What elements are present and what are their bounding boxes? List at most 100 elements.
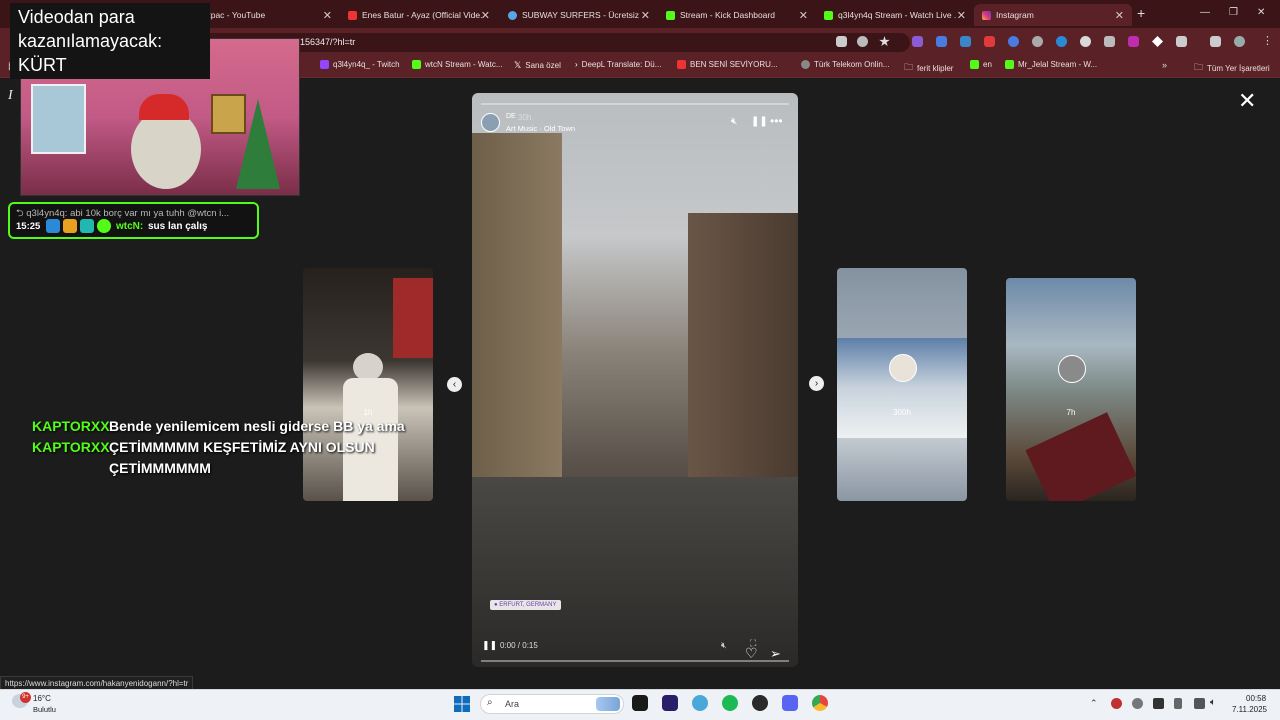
tray-expand-icon[interactable]: ⌃ (1090, 698, 1098, 709)
bookmark-ben-seni[interactable]: BEN SENİ SEVİYORU... (677, 60, 778, 69)
badge-icon (80, 219, 94, 233)
tray-app-icon[interactable] (1132, 698, 1143, 709)
extension-icon[interactable] (984, 36, 995, 47)
restore-icon[interactable]: ❐ (1229, 7, 1238, 18)
menu-icon[interactable]: ⋮ (1262, 34, 1273, 47)
player-pause-icon[interactable]: ❚❚ (482, 640, 497, 651)
more-options-icon[interactable]: ••• (770, 114, 783, 128)
instagram-icon (982, 10, 991, 20)
extension-icon[interactable] (1032, 36, 1043, 47)
extension-icon[interactable] (912, 36, 923, 47)
volume-icon[interactable]: 🔈︎ (1210, 697, 1216, 708)
minimize-icon[interactable]: — (1200, 7, 1210, 18)
zoom-icon[interactable] (857, 36, 868, 47)
heart-icon[interactable]: ♡ (745, 645, 758, 662)
bookmark-deepl[interactable]: › DeepL Translate: Dü... (575, 60, 661, 69)
story-preview-right-1[interactable]: 300h (837, 268, 967, 501)
bookmark-wtcn[interactable]: wtcN Stream - Watc... (412, 60, 503, 69)
install-icon[interactable] (836, 36, 847, 47)
bookmark-mr-jelal[interactable]: Mr_Jelal Stream - W... (1005, 60, 1097, 69)
close-story-icon[interactable]: ✕ (1238, 90, 1256, 112)
close-window-icon[interactable]: ✕ (1257, 7, 1265, 18)
translate-icon[interactable] (936, 36, 947, 47)
discord-icon[interactable] (782, 695, 798, 711)
file-explorer-icon[interactable] (632, 695, 648, 711)
player-seek-bar[interactable] (481, 660, 789, 662)
extension-icon[interactable] (1008, 36, 1019, 47)
verified-badge-icon (97, 219, 111, 233)
story-music[interactable]: Art Music · Old Town (506, 124, 575, 133)
obs-icon[interactable] (752, 695, 768, 711)
share-icon[interactable]: ➢ (770, 646, 781, 662)
chat-message: sus lan çalış (148, 221, 208, 232)
tab-youtube-2pac[interactable]: 2pac - YouTube ✕ (198, 4, 340, 26)
display-icon[interactable] (1194, 698, 1205, 709)
main-story[interactable] (472, 93, 798, 667)
close-tab-icon[interactable]: ✕ (957, 9, 966, 22)
tab-subway-surfers[interactable]: SUBWAY SURFERS - Ücretsiz O... ✕ (500, 4, 658, 26)
instagram-logo[interactable]: I (8, 88, 13, 104)
bookmark-all[interactable]: 🗀 Tüm Yer İşaretleri (1194, 60, 1270, 76)
microphone-icon[interactable] (1174, 698, 1182, 709)
story-username[interactable]: DE (506, 113, 516, 120)
windows-start-icon[interactable] (454, 696, 470, 712)
bookmark-twitch[interactable]: q3l4yn4q_ - Twitch (320, 60, 400, 69)
extension-icon[interactable] (1104, 36, 1115, 47)
previous-story-button[interactable]: ‹ (447, 377, 462, 392)
story-progress-bar (481, 103, 789, 105)
close-tab-icon[interactable]: ✕ (323, 9, 332, 22)
more-bookmarks-icon[interactable]: » (1162, 60, 1167, 70)
story-avatar[interactable] (481, 113, 500, 132)
extension-icon[interactable] (1128, 36, 1139, 47)
tab-kick-stream[interactable]: q3l4yn4q Stream - Watch Live ... ✕ (816, 4, 974, 26)
story-time-label: 7h (1066, 408, 1076, 417)
location-sticker[interactable]: ● ERFURT, GERMANY (490, 600, 561, 610)
tray-app-icon[interactable] (1153, 698, 1164, 709)
story-time: 30h (518, 113, 532, 122)
profile-avatar[interactable] (1234, 36, 1245, 47)
extension-icon[interactable] (1080, 36, 1091, 47)
passport-shape (1025, 412, 1136, 501)
extension-icon[interactable] (960, 36, 971, 47)
bookmark-sana-ozel[interactable]: 𝕏 Sana özel (514, 60, 561, 71)
tab-kick-dashboard[interactable]: Stream - Kick Dashboard ✕ (658, 4, 816, 26)
x-icon: 𝕏 (514, 60, 522, 70)
close-tab-icon[interactable]: ✕ (1115, 9, 1124, 22)
bookmark-en[interactable]: en (970, 60, 992, 69)
tab-label: 2pac - YouTube (206, 10, 266, 20)
chrome-icon[interactable] (812, 695, 828, 711)
story-preview-right-2[interactable]: 7h (1006, 278, 1136, 501)
bookmark-label: en (983, 60, 992, 69)
kick-icon (824, 10, 833, 20)
close-tab-icon[interactable]: ✕ (641, 9, 650, 22)
clock-time[interactable]: 00:58 (1246, 694, 1266, 703)
settings-icon[interactable] (692, 695, 708, 711)
tab-instagram[interactable]: Instagram ✕ (974, 4, 1132, 26)
weather-temp[interactable]: 16°C (33, 694, 51, 703)
next-story-button[interactable]: › (809, 376, 824, 391)
overlay-chat-name: KAPTORXX (32, 418, 110, 434)
picture-frame (211, 94, 246, 134)
close-tab-icon[interactable]: ✕ (799, 9, 808, 22)
bookmark-folder-ferit[interactable]: 🗀 ferit klipler (904, 60, 953, 76)
tray-app-icon[interactable] (1111, 698, 1122, 709)
close-tab-icon[interactable]: ✕ (481, 9, 490, 22)
kick-icon (970, 60, 979, 69)
extensions-puzzle-icon[interactable] (1176, 36, 1187, 47)
chat-timestamp: 15:25 (16, 221, 41, 232)
premiere-icon[interactable] (662, 695, 678, 711)
tab-label: SUBWAY SURFERS - Ücretsiz O... (522, 10, 640, 20)
weather-desc[interactable]: Bulutlu (33, 705, 56, 714)
clock-date[interactable]: 7.11.2025 (1232, 705, 1267, 714)
mute-icon[interactable]: 🔇︎ (731, 116, 737, 127)
story-preview-left[interactable]: 1h (303, 268, 433, 501)
bookmark-turk-telekom[interactable]: Türk Telekom Onlin... (801, 60, 889, 69)
player-mute-icon[interactable]: 🔇︎ (721, 640, 727, 651)
kick-icon (412, 60, 421, 69)
tab-enes-batur[interactable]: Enes Batur - Ayaz (Official Vide... ✕ (340, 4, 498, 26)
spotify-icon[interactable] (722, 695, 738, 711)
pause-icon[interactable]: ❚❚ (751, 116, 768, 127)
new-tab-icon[interactable]: + (1137, 5, 1145, 21)
media-control-icon[interactable] (1210, 36, 1221, 47)
extension-icon[interactable] (1056, 36, 1067, 47)
